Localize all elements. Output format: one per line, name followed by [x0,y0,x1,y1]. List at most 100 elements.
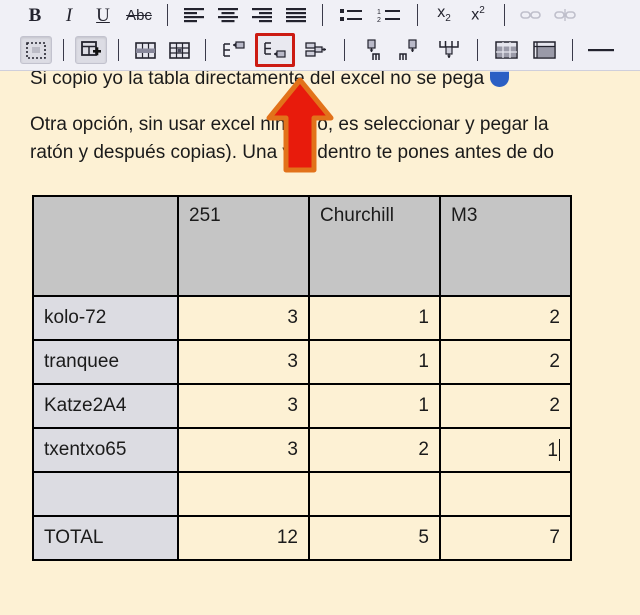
table-row: Katze2A4 3 1 2 [32,383,572,429]
delete-row-icon [303,40,329,60]
table-header-cell-2[interactable]: Churchill [308,195,441,297]
toolbar-separator [417,4,418,26]
row-label[interactable]: tranquee [32,339,179,385]
row-value[interactable]: 1 [308,339,441,385]
broken-link-icon [554,8,576,22]
table-properties-button[interactable] [489,37,523,63]
insert-column-right-icon [398,39,424,61]
merge-cells-button[interactable] [130,37,160,63]
merge-cells-icon [134,41,156,59]
row-value[interactable] [308,471,441,517]
superscript-button[interactable]: x2 [463,2,493,28]
row-value[interactable]: 3 [177,295,310,341]
superscript-icon: x2 [471,5,485,24]
row-label[interactable]: kolo-72 [32,295,179,341]
row-value[interactable]: 1 [308,383,441,429]
align-justify-button[interactable] [281,2,311,28]
insert-row-below-button[interactable] [255,33,295,67]
table-row: txentxo65 3 2 1 [32,427,572,473]
numbered-list-button[interactable]: 1 2 [372,2,406,28]
row-value[interactable] [439,471,572,517]
insert-column-left-button[interactable] [356,37,390,63]
align-center-icon [217,7,239,23]
document-body[interactable]: Si copio yo la tabla directamente del ex… [0,68,640,615]
align-right-icon [251,7,273,23]
row-value[interactable]: 7 [439,515,572,561]
insert-link-button[interactable] [516,2,546,28]
toolbar-separator [322,4,323,26]
table-header-cell-0[interactable] [32,195,179,297]
cell-properties-button[interactable] [527,37,561,63]
italic-button[interactable]: I [54,2,84,28]
remove-link-button[interactable] [550,2,580,28]
delete-row-button[interactable] [299,37,333,63]
paragraph-3: ratón y después copias). Una vez dentro … [30,142,554,163]
cell-properties-icon [532,41,556,59]
text-cursor [559,438,560,461]
insert-column-right-button[interactable] [394,37,428,63]
insert-row-above-icon [221,40,247,60]
row-value[interactable]: 2 [439,339,572,385]
insert-table-icon [80,41,102,59]
row-value[interactable] [177,471,310,517]
row-value-text: 1 [547,439,558,461]
row-value-active[interactable]: 1 [439,427,572,473]
row-value[interactable]: 2 [308,427,441,473]
row-value[interactable]: 2 [439,295,572,341]
row-value[interactable]: 3 [177,427,310,473]
table-header-cell-1[interactable]: 251 [177,195,310,297]
bullet-list-icon [339,7,363,23]
delete-column-icon [436,39,462,61]
data-table[interactable]: 251 Churchill M3 kolo-72 3 1 2 tranquee … [32,195,572,561]
toolbar-separator [205,39,206,61]
table-toolbar [0,30,640,70]
svg-text:2: 2 [377,17,381,23]
insert-column-left-icon [360,39,386,61]
insert-row-above-button[interactable] [217,37,251,63]
editor-toolbars: B I U Abc 1 2 x2 x2 [0,0,640,71]
toolbar-separator [572,39,573,61]
toolbar-separator [167,4,168,26]
split-cells-button[interactable] [164,37,194,63]
row-value[interactable]: 3 [177,383,310,429]
row-value[interactable]: 1 [308,295,441,341]
table-header-row: 251 Churchill M3 [32,195,572,297]
bold-icon: B [28,4,42,26]
row-label[interactable]: TOTAL [32,515,179,561]
dotted-border-icon [26,41,46,59]
toolbar-separator [477,39,478,61]
align-center-button[interactable] [213,2,243,28]
insert-table-button[interactable] [75,36,107,64]
row-label[interactable]: txentxo65 [32,427,179,473]
align-justify-icon [285,7,307,23]
horizontal-rule-icon [587,45,615,55]
italic-icon: I [65,4,73,26]
row-value[interactable]: 2 [439,383,572,429]
bullet-list-button[interactable] [334,2,368,28]
link-icon [520,8,542,22]
horizontal-rule-button[interactable] [584,37,618,63]
row-value[interactable]: 5 [308,515,441,561]
align-left-button[interactable] [179,2,209,28]
table-borders-button[interactable] [20,36,52,64]
align-right-button[interactable] [247,2,277,28]
toolbar-separator [118,39,119,61]
row-value[interactable]: 3 [177,339,310,385]
table-row [32,471,572,517]
row-label[interactable] [32,471,179,517]
delete-column-button[interactable] [432,37,466,63]
underline-button[interactable]: U [88,2,118,28]
split-cells-icon [168,41,190,59]
row-label[interactable]: Katze2A4 [32,383,179,429]
align-left-icon [183,7,205,23]
bold-button[interactable]: B [20,2,50,28]
svg-text:1: 1 [377,9,381,16]
subscript-icon: x2 [437,4,451,25]
table-header-cell-3[interactable]: M3 [439,195,572,297]
subscript-button[interactable]: x2 [429,2,459,28]
paragraph-1-text: Si copio yo la tabla directamente del ex… [30,68,485,89]
row-value[interactable]: 12 [177,515,310,561]
strikethrough-button[interactable]: Abc [122,2,156,28]
table-row: tranquee 3 1 2 [32,339,572,385]
table-total-row: TOTAL 12 5 7 [32,515,572,561]
